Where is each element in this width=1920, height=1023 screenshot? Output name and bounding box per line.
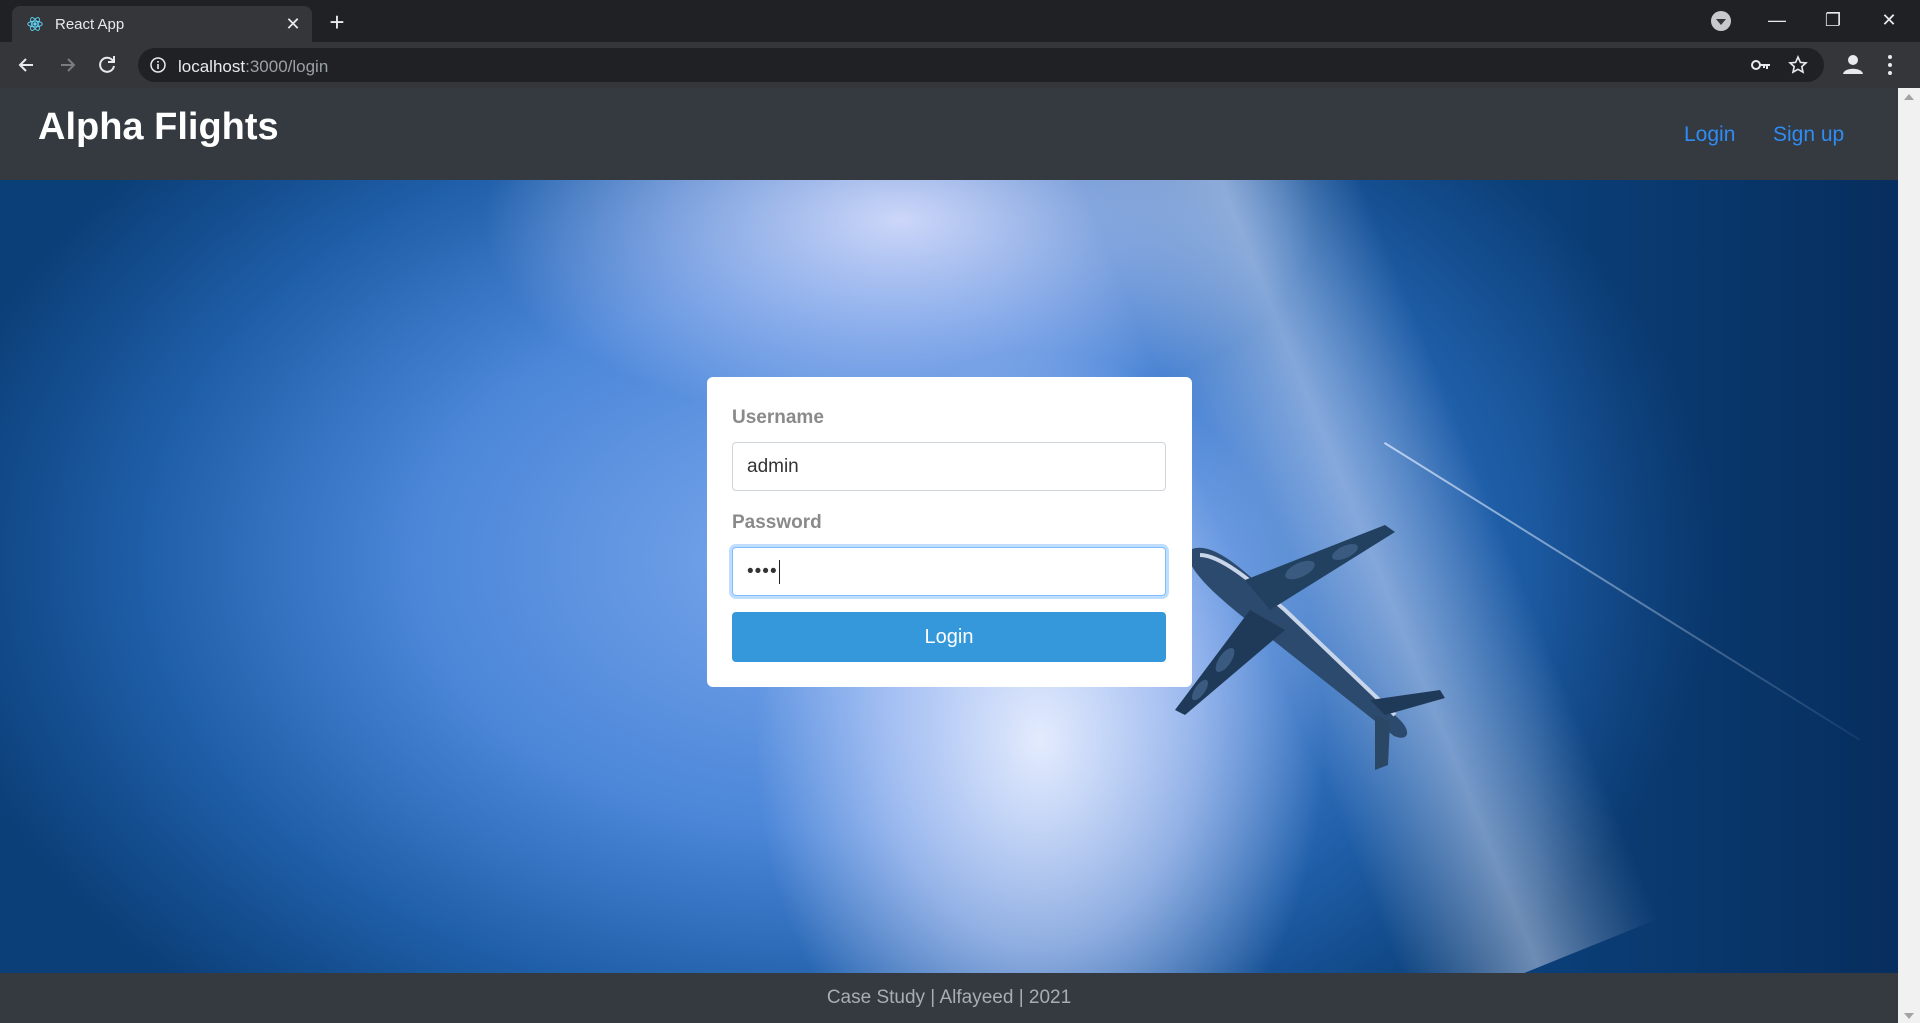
text-caret: [778, 559, 780, 584]
restore-icon[interactable]: ❐: [1811, 6, 1855, 34]
browser-tabstrip: React App ✕ + — ❐ ✕: [0, 0, 1920, 42]
new-tab-icon[interactable]: +: [324, 9, 350, 36]
vertical-scrollbar[interactable]: [1898, 88, 1920, 1023]
site-navbar: Alpha Flights Login Sign up: [0, 88, 1898, 180]
url-host: localhost: [178, 57, 246, 76]
brand-title[interactable]: Alpha Flights: [38, 106, 279, 149]
footer-text: Case Study | Alfayeed | 2021: [826, 987, 1072, 1008]
address-bar[interactable]: localhost:3000/login: [138, 48, 1824, 82]
site-info-icon[interactable]: [150, 57, 166, 73]
password-value: ••••: [747, 561, 778, 582]
username-input[interactable]: admin: [732, 442, 1166, 491]
url-path: :3000/login: [245, 57, 329, 76]
username-label: Username: [732, 407, 824, 428]
menu-kebab-icon[interactable]: [1886, 52, 1894, 78]
key-icon[interactable]: [1750, 56, 1772, 74]
nav-link-login[interactable]: Login: [1684, 123, 1735, 147]
url-text: localhost:3000/login: [178, 57, 328, 77]
minimize-icon[interactable]: —: [1755, 6, 1799, 34]
browser-toolbar: localhost:3000/login: [0, 42, 1920, 88]
sky-shadow: [1538, 180, 1898, 973]
login-button[interactable]: Login: [732, 612, 1166, 662]
forward-arrow-icon[interactable]: [53, 51, 81, 79]
browser-tab[interactable]: React App ✕: [12, 6, 312, 42]
hero-background: Username admin Password •••• Login: [0, 180, 1898, 973]
page-viewport: Alpha Flights Login Sign up Username adm…: [0, 88, 1920, 1023]
tab-close-icon[interactable]: ✕: [284, 15, 302, 33]
site-footer: Case Study | Alfayeed | 2021: [0, 973, 1898, 1023]
back-arrow-icon[interactable]: [13, 51, 41, 79]
login-card: Username admin Password •••• Login: [707, 377, 1192, 687]
username-value: admin: [747, 456, 799, 477]
password-input[interactable]: ••••: [732, 547, 1166, 596]
reload-icon[interactable]: [93, 51, 121, 79]
tab-title: React App: [55, 16, 125, 33]
scroll-down-arrow-icon[interactable]: [1904, 1013, 1914, 1019]
bookmark-star-icon[interactable]: [1788, 55, 1808, 75]
tab-search-icon[interactable]: [1711, 11, 1731, 31]
scroll-up-arrow-icon[interactable]: [1904, 94, 1914, 100]
window-close-icon[interactable]: ✕: [1867, 6, 1911, 34]
react-favicon-icon: [27, 17, 43, 31]
airplane-image: [1175, 525, 1445, 770]
password-label: Password: [732, 512, 822, 533]
profile-avatar-icon[interactable]: [1840, 51, 1866, 77]
nav-link-signup[interactable]: Sign up: [1773, 123, 1844, 147]
